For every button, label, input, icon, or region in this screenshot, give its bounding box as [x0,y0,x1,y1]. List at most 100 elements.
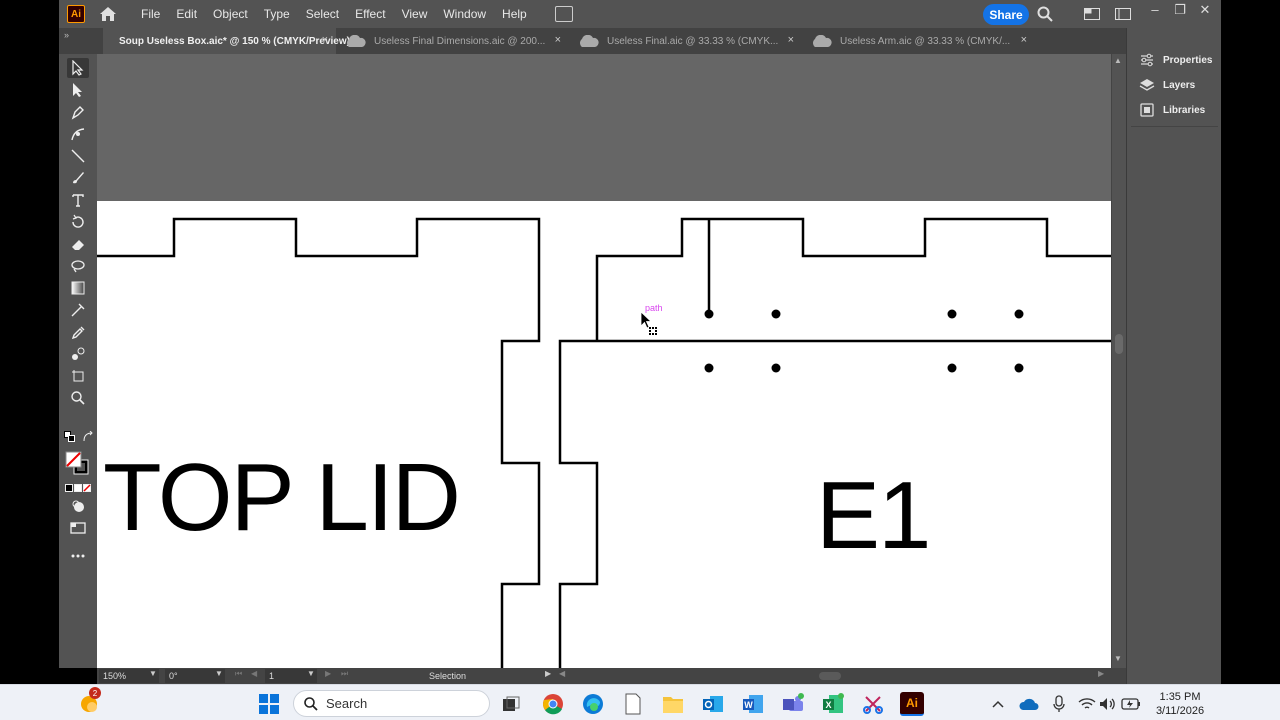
zoom-dropdown-icon[interactable]: ▼ [149,669,157,678]
menu-select[interactable]: Select [298,0,347,28]
vertical-scrollbar[interactable]: ▲ ▼ [1111,54,1126,668]
libraries-panel-tab[interactable]: Libraries [1139,100,1205,120]
more-tools-icon[interactable] [67,546,89,566]
tools-panel [59,54,97,668]
e1-label[interactable]: E1 [816,468,931,564]
horizontal-scroll-thumb[interactable] [819,672,841,680]
curvature-tool-icon[interactable] [67,124,89,144]
snipping-tool-icon[interactable] [862,693,884,715]
file-explorer-icon[interactable] [662,693,684,715]
next-artboard-icon[interactable]: ▶ [325,669,331,678]
clock-date: 3/11/2026 [1155,705,1205,717]
scroll-left-icon[interactable]: ◀ [559,669,565,678]
status-bar: 150% ▼ 0° ▼ ⏮ ◀ 1 ▼ ▶ ⏭ Selection ▶ ◀ ▶ [97,668,1126,684]
top-lid-label[interactable]: TOP LID [103,450,461,546]
show-hidden-icons-icon[interactable] [990,693,1006,715]
menu-effect[interactable]: Effect [347,0,393,28]
word-icon[interactable]: W [742,693,764,715]
wifi-icon[interactable] [1076,693,1098,715]
default-colors-icon[interactable] [63,430,77,444]
paintbrush-tool-icon[interactable] [67,168,89,188]
workspace-icon[interactable] [1083,5,1101,23]
chrome-icon[interactable] [542,693,564,715]
swap-colors-icon[interactable] [81,430,95,444]
panel-toggle-icon[interactable] [1114,5,1132,23]
tab-useless-arm[interactable]: Useless Arm.aic @ 33.33 % (CMYK/... × [802,28,1035,54]
minimize-icon[interactable]: – [1144,2,1166,17]
rotate-tool-icon[interactable] [67,212,89,232]
scroll-right-icon[interactable]: ▶ [1098,669,1104,678]
tab-close-icon[interactable]: × [788,34,794,46]
eraser-tool-icon[interactable] [67,234,89,254]
tab-useless-final-dimensions[interactable]: Useless Final Dimensions.aic @ 200... × [336,28,569,54]
selection-tool-icon[interactable] [67,58,89,78]
dieline-artwork[interactable] [97,54,1111,668]
search-icon[interactable] [1036,5,1054,23]
menu-view[interactable]: View [394,0,436,28]
scroll-down-icon[interactable]: ▼ [1114,654,1122,663]
color-mode-icons[interactable] [65,482,91,494]
layers-panel-tab[interactable]: Layers [1139,75,1195,95]
battery-icon[interactable] [1120,693,1142,715]
menu-file[interactable]: File [133,0,168,28]
menu-help[interactable]: Help [494,0,535,28]
home-icon[interactable] [97,3,119,25]
gradient-tool-icon[interactable] [67,278,89,298]
tab-close-icon[interactable]: × [1021,34,1027,46]
screen-mode-icon[interactable] [67,518,89,538]
volume-icon[interactable] [1097,693,1119,715]
move-cursor-icon [640,311,657,335]
blend-tool-icon[interactable] [67,344,89,364]
artboard-tool-icon[interactable] [67,366,89,386]
taskbar-search[interactable]: Search [293,690,490,717]
free-transform-tool-icon[interactable] [67,256,89,276]
menu-window[interactable]: Window [435,0,494,28]
tab-close-icon[interactable]: × [555,34,561,46]
menu-object[interactable]: Object [205,0,256,28]
document-tabs: Soup Useless Box.aic* @ 150 % (CMYK/Prev… [59,28,1126,54]
layers-icon [1139,77,1155,93]
fill-stroke-icon[interactable] [64,450,92,478]
close-window-icon[interactable]: ✕ [1194,2,1216,18]
properties-panel-tab[interactable]: Properties [1139,50,1212,70]
draw-mode-icon[interactable] [67,496,89,516]
teams-icon[interactable] [782,693,804,715]
first-artboard-icon[interactable]: ⏮ [235,669,242,679]
notepad-icon[interactable] [622,693,644,715]
rotation-dropdown-icon[interactable]: ▼ [215,669,223,678]
outlook-icon[interactable] [702,693,724,715]
status-menu-icon[interactable]: ▶ [545,669,551,678]
windows-start-icon[interactable] [258,693,280,715]
collapse-toolbar-icon[interactable]: » [64,30,69,40]
libraries-icon [1139,102,1155,118]
edge-icon[interactable] [582,693,604,715]
prev-artboard-icon[interactable]: ◀ [251,669,257,678]
shape-builder-tool-icon[interactable] [67,300,89,320]
scroll-thumb[interactable] [1115,334,1123,354]
task-view-icon[interactable] [500,693,522,715]
type-tool-icon[interactable] [67,190,89,210]
menu-type[interactable]: Type [256,0,298,28]
direct-selection-tool-icon[interactable] [67,80,89,100]
microphone-icon[interactable] [1048,693,1070,715]
tab-useless-final[interactable]: Useless Final.aic @ 33.33 % (CMYK... × [569,28,802,54]
scroll-up-icon[interactable]: ▲ [1114,56,1122,65]
line-tool-icon[interactable] [67,146,89,166]
zoom-tool-icon[interactable] [67,388,89,408]
system-clock[interactable]: 1:35 PM 3/11/2026 [1150,690,1210,718]
eyedropper-tool-icon[interactable] [67,322,89,342]
menu-edit[interactable]: Edit [168,0,205,28]
last-artboard-icon[interactable]: ⏭ [341,669,348,679]
sliders-icon [1139,52,1155,68]
tab-close-icon[interactable]: × [322,34,328,46]
excel-icon[interactable]: X [822,693,844,715]
artboard-dropdown-icon[interactable]: ▼ [307,669,315,678]
onedrive-icon[interactable] [1018,693,1040,715]
share-button[interactable]: Share [983,4,1029,25]
tab-soup-useless-box[interactable]: Soup Useless Box.aic* @ 150 % (CMYK/Prev… [103,28,350,54]
arrange-documents-icon[interactable] [554,6,573,22]
restore-icon[interactable]: ❐ [1169,2,1191,18]
canvas-area[interactable] [97,54,1111,668]
illustrator-taskbar-icon[interactable]: Ai [900,692,924,716]
pen-tool-icon[interactable] [67,102,89,122]
